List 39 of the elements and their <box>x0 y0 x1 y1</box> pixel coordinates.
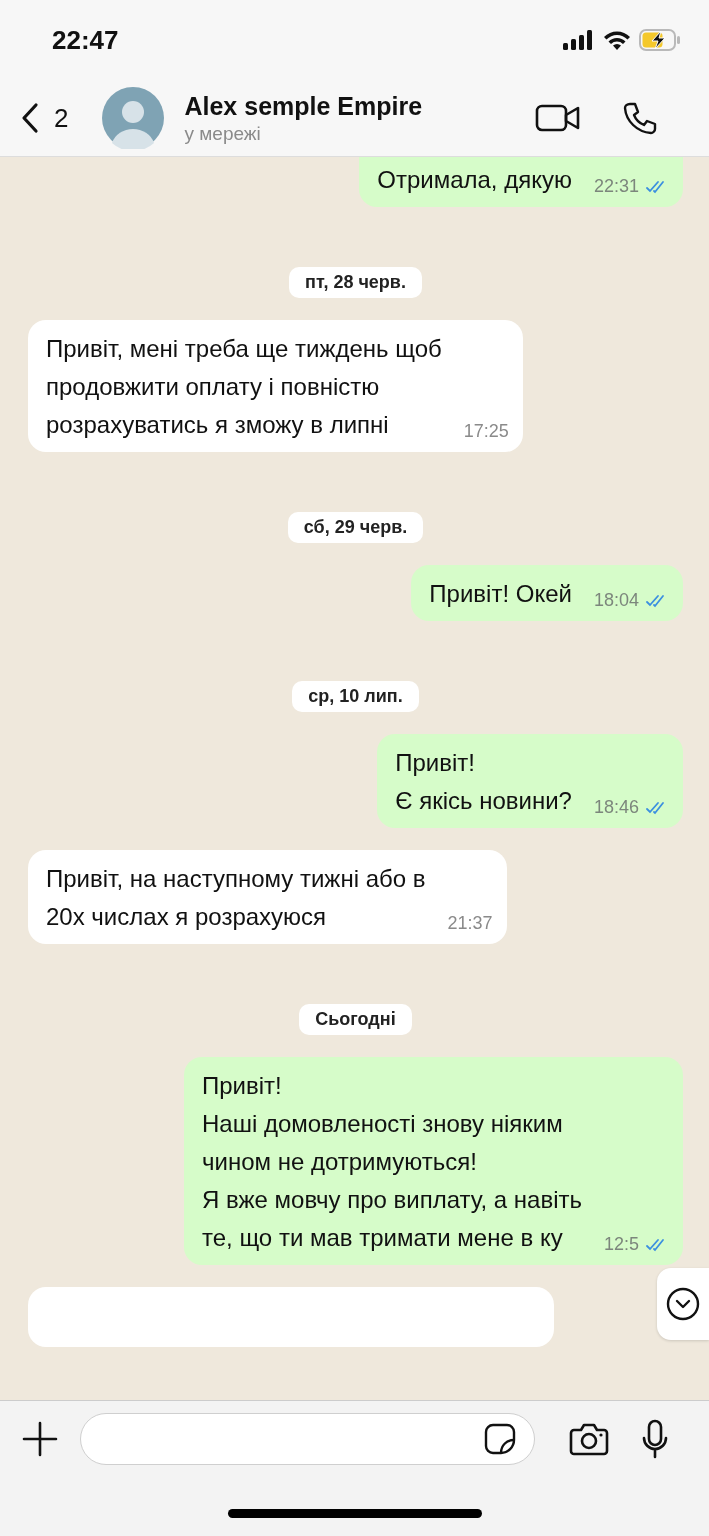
date-label: сб, 29 черв. <box>287 512 424 543</box>
microphone-icon[interactable] <box>641 1419 669 1459</box>
message-time: 17:25 <box>463 421 509 442</box>
back-button[interactable]: 2 <box>20 102 69 134</box>
status-time: 22:47 <box>52 24 119 56</box>
date-label: ср, 10 лип. <box>292 681 419 712</box>
date-label: Сьогодні <box>299 1004 412 1035</box>
date-label: пт, 28 черв. <box>289 267 422 298</box>
message-bubble[interactable]: Отримала, дякую 22:31 <box>359 157 683 207</box>
wifi-icon <box>603 30 631 50</box>
signal-icon <box>563 30 595 50</box>
message-text: Привіт! Наші домовленості знову ніяким чином не дотримуються! Я вже мовчу про виплату, а навіть те, що ти мав тримати мене в ку <box>202 1071 582 1253</box>
message-text: Привіт, на наступному тижні або в 20х числах я розрахуюся <box>46 864 426 932</box>
phone-call-icon[interactable] <box>623 101 657 135</box>
message-bubble[interactable]: Привіт, на наступному тижні або в 20х числах я розрахуюся 21:37 <box>28 850 507 944</box>
camera-icon[interactable] <box>569 1422 609 1456</box>
contact-name[interactable]: Alex semple Empire <box>184 91 535 121</box>
message-input[interactable] <box>80 1413 535 1465</box>
back-chevron-icon[interactable] <box>20 102 40 134</box>
message-bubble[interactable]: Привіт! Окей 18:04 <box>411 565 683 621</box>
sticker-icon[interactable] <box>484 1423 516 1455</box>
message-text: Отримала, дякую <box>377 165 572 195</box>
message-time: 18:46 <box>593 797 639 818</box>
contact-status: у мережі <box>184 122 262 145</box>
message-text: Привіт, мені треба ще тиждень щоб продовжити оплату і повністю розрахуватись я зможу в липні <box>46 334 442 440</box>
message-time: 22:31 <box>593 176 639 197</box>
message-time: 12:5 <box>603 1234 639 1255</box>
chevron-down-icon[interactable] <box>666 1287 700 1321</box>
add-icon[interactable] <box>22 1421 58 1457</box>
message-bubble[interactable]: Привіт! Наші домовленості знову ніяким чином не дотримуються! Я вже мовчу про виплату, а навіть те, що ти мав тримати мене в ку 12:5 <box>184 1057 683 1265</box>
message-text: Привіт! Є якісь новини? <box>395 748 572 816</box>
video-call-icon[interactable] <box>535 103 581 133</box>
scroll-down-button[interactable] <box>657 1268 709 1340</box>
message-text: Привіт! Окей <box>429 579 572 609</box>
message-time: 18:04 <box>593 590 639 611</box>
message-time: 21:37 <box>447 913 493 934</box>
battery-charging-icon <box>639 29 681 51</box>
message-bubble[interactable]: Привіт, мені треба ще тиждень щоб продовжити оплату і повністю розрахуватись я зможу в липні 17:25 <box>28 320 523 452</box>
message-bubble[interactable]: Привіт! Є якісь новини? 18:46 <box>377 734 683 828</box>
